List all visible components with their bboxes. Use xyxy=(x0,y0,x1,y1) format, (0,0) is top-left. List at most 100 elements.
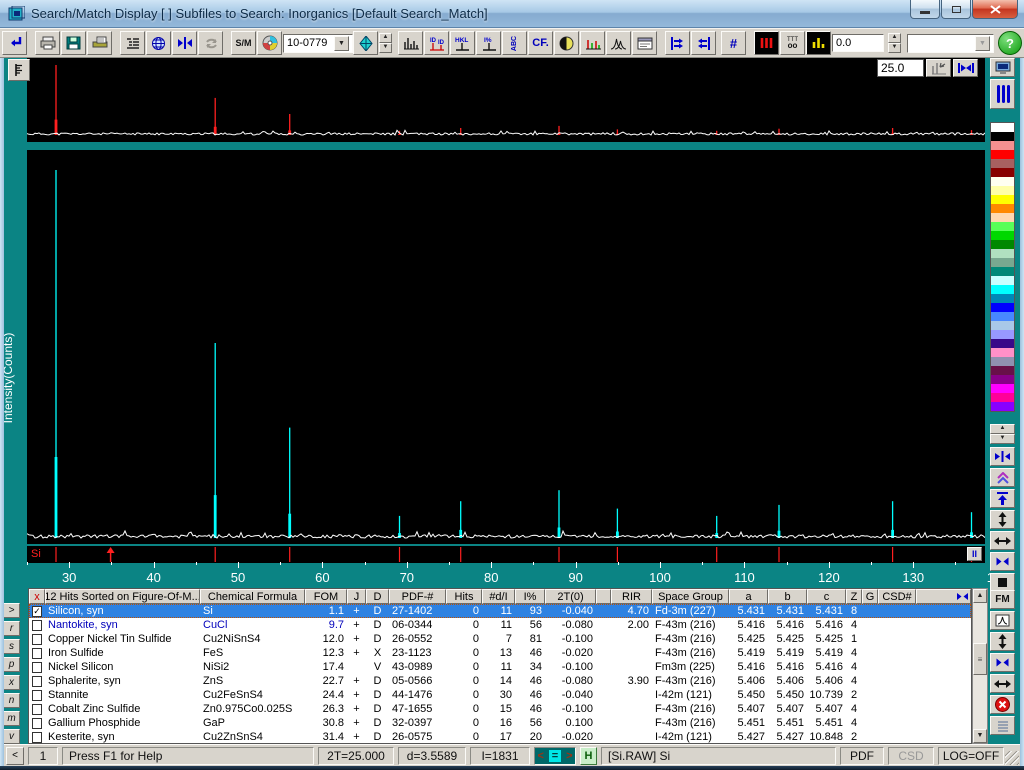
palette-down-icon[interactable]: ▼ xyxy=(990,434,1015,444)
palette-swatch[interactable] xyxy=(991,357,1014,366)
show-sticks-button[interactable] xyxy=(398,31,423,55)
palette-swatch[interactable] xyxy=(991,384,1014,393)
chemistry-filter-button[interactable]: CF. xyxy=(528,31,553,55)
palette-stepper[interactable]: ▲▼ xyxy=(990,424,1015,444)
main-xrd-chart[interactable] xyxy=(27,150,985,544)
side-tab-p[interactable]: p xyxy=(3,657,20,672)
column-header-state[interactable]: x xyxy=(29,589,45,604)
palette-swatch[interactable] xyxy=(991,276,1014,285)
palette-swatch[interactable] xyxy=(991,249,1014,258)
palette-swatch[interactable] xyxy=(991,159,1014,168)
profile-window-button[interactable] xyxy=(990,611,1015,630)
scroll-down-icon[interactable]: ▼ xyxy=(973,729,987,743)
resize-grip[interactable] xyxy=(1005,751,1019,765)
range-start-field[interactable]: 25.0 xyxy=(877,59,924,77)
palette-swatch[interactable] xyxy=(991,141,1014,150)
table-row[interactable]: Nantokite, synCuCl9.7+D06-034401156-0.08… xyxy=(29,618,971,632)
split-view-button[interactable] xyxy=(990,653,1015,672)
column-header-dl[interactable]: #d/I xyxy=(482,589,515,604)
palette-swatch[interactable] xyxy=(991,150,1014,159)
side-tab-x[interactable]: x xyxy=(3,675,20,690)
side-tab-next[interactable]: > xyxy=(3,603,20,618)
intensity-labels-button[interactable]: I% xyxy=(476,31,501,55)
move-top-button[interactable] xyxy=(990,489,1015,508)
expand-horizontal-button[interactable] xyxy=(990,447,1015,466)
palette-swatch[interactable] xyxy=(991,402,1014,411)
scroll-up-icon[interactable]: ▲ xyxy=(973,589,987,603)
row-checkbox[interactable]: ✓ xyxy=(32,606,42,617)
palette-swatch[interactable] xyxy=(991,330,1014,339)
swap-panes-button[interactable] xyxy=(172,31,197,55)
expand-vertical-button[interactable] xyxy=(990,510,1015,529)
palette-swatch[interactable] xyxy=(991,321,1014,330)
palette-swatch[interactable] xyxy=(991,366,1014,375)
column-header-t2[interactable]: 2T(0) xyxy=(545,589,596,604)
row-checkbox[interactable] xyxy=(32,690,42,701)
hkl-labels-button[interactable]: HKL xyxy=(450,31,475,55)
palette-swatch[interactable] xyxy=(991,123,1014,132)
offset-field[interactable]: 0.0 xyxy=(832,34,884,52)
column-header-d[interactable]: D xyxy=(366,589,389,604)
table-row[interactable]: Copper Nickel Tin SulfideCu2NiSnS412.0+D… xyxy=(29,632,971,646)
gem-view-button[interactable] xyxy=(353,31,378,55)
side-tab-v[interactable]: v xyxy=(3,729,20,744)
close-button[interactable] xyxy=(972,0,1018,19)
offset-up-icon[interactable]: ▲ xyxy=(888,33,901,43)
side-tab-n[interactable]: n xyxy=(3,693,20,708)
palette-swatch[interactable] xyxy=(991,204,1014,213)
column-header-j[interactable]: J xyxy=(347,589,366,604)
offset-down-icon[interactable]: ▼ xyxy=(888,43,901,53)
side-tab-r[interactable]: r xyxy=(3,621,20,636)
pan-horizontal-button[interactable] xyxy=(990,531,1015,550)
pan-view-button[interactable] xyxy=(990,674,1015,693)
column-header-rir[interactable]: RIR xyxy=(611,589,652,604)
help-button[interactable]: ? xyxy=(998,31,1022,55)
palette-swatch[interactable] xyxy=(991,240,1014,249)
search-match-button[interactable]: S/M xyxy=(231,31,256,55)
compare-less-button[interactable]: < xyxy=(537,750,543,762)
palette-up-icon[interactable]: ▲ xyxy=(990,424,1015,434)
palette-swatch[interactable] xyxy=(991,186,1014,195)
palette-swatch[interactable] xyxy=(991,294,1014,303)
cdrom-button[interactable] xyxy=(257,31,282,55)
split-horizontal-button[interactable] xyxy=(990,552,1015,571)
zoom-vertical-button[interactable] xyxy=(990,632,1015,651)
save-button[interactable] xyxy=(61,31,86,55)
phase-combobox[interactable]: ▼ xyxy=(907,34,994,53)
web-button[interactable] xyxy=(146,31,171,55)
column-header-z[interactable]: Z xyxy=(846,589,862,604)
csd-toggle[interactable]: CSD xyxy=(888,747,934,765)
column-header-ipct[interactable]: I% xyxy=(515,589,545,604)
log-toggle[interactable]: LOG=OFF xyxy=(938,747,1004,765)
hkl-toggle-button[interactable]: H xyxy=(580,747,597,765)
column-header-sp[interactable] xyxy=(596,589,611,604)
offset-stepper[interactable]: ▲▼ xyxy=(888,33,901,53)
palette-swatch[interactable] xyxy=(991,258,1014,267)
fit-width-button[interactable] xyxy=(953,59,978,77)
column-header-csd[interactable]: CSD# xyxy=(878,589,916,604)
row-checkbox[interactable] xyxy=(32,718,42,729)
palette-swatch[interactable] xyxy=(991,348,1014,357)
yellow-bars-button[interactable] xyxy=(806,31,831,55)
combo-dropdown-icon[interactable]: ▼ xyxy=(334,36,349,51)
stepper-down-icon[interactable]: ▼ xyxy=(379,43,392,53)
apply-button[interactable] xyxy=(2,31,27,55)
palette-swatch[interactable] xyxy=(991,339,1014,348)
palette-swatch[interactable] xyxy=(991,393,1014,402)
compare-widget[interactable]: < = > xyxy=(534,747,576,765)
palette-swatch[interactable] xyxy=(991,177,1014,186)
table-row[interactable]: Sphalerite, synZnS22.7+D05-056601446-0.0… xyxy=(29,674,971,688)
table-row[interactable]: Nickel SiliconNiSi217.4V43-098901134-0.1… xyxy=(29,660,971,674)
print-button[interactable] xyxy=(35,31,60,55)
page-up-button[interactable] xyxy=(990,468,1015,487)
column-header-a[interactable]: a xyxy=(729,589,768,604)
titlebar[interactable]: Search/Match Display [ ] Subfiles to Sea… xyxy=(0,0,1024,28)
column-header-c[interactable]: c xyxy=(807,589,846,604)
table-row[interactable]: StanniteCu2FeSnS424.4+D44-147603046-0.04… xyxy=(29,688,971,702)
compare-greater-button[interactable]: > xyxy=(566,750,572,762)
row-checkbox[interactable] xyxy=(32,662,42,673)
display-mode-button[interactable] xyxy=(990,58,1015,77)
peak-ruler-button[interactable] xyxy=(8,59,30,81)
combo-dropdown-icon[interactable]: ▼ xyxy=(975,36,990,51)
profile-fit-button[interactable] xyxy=(606,31,631,55)
